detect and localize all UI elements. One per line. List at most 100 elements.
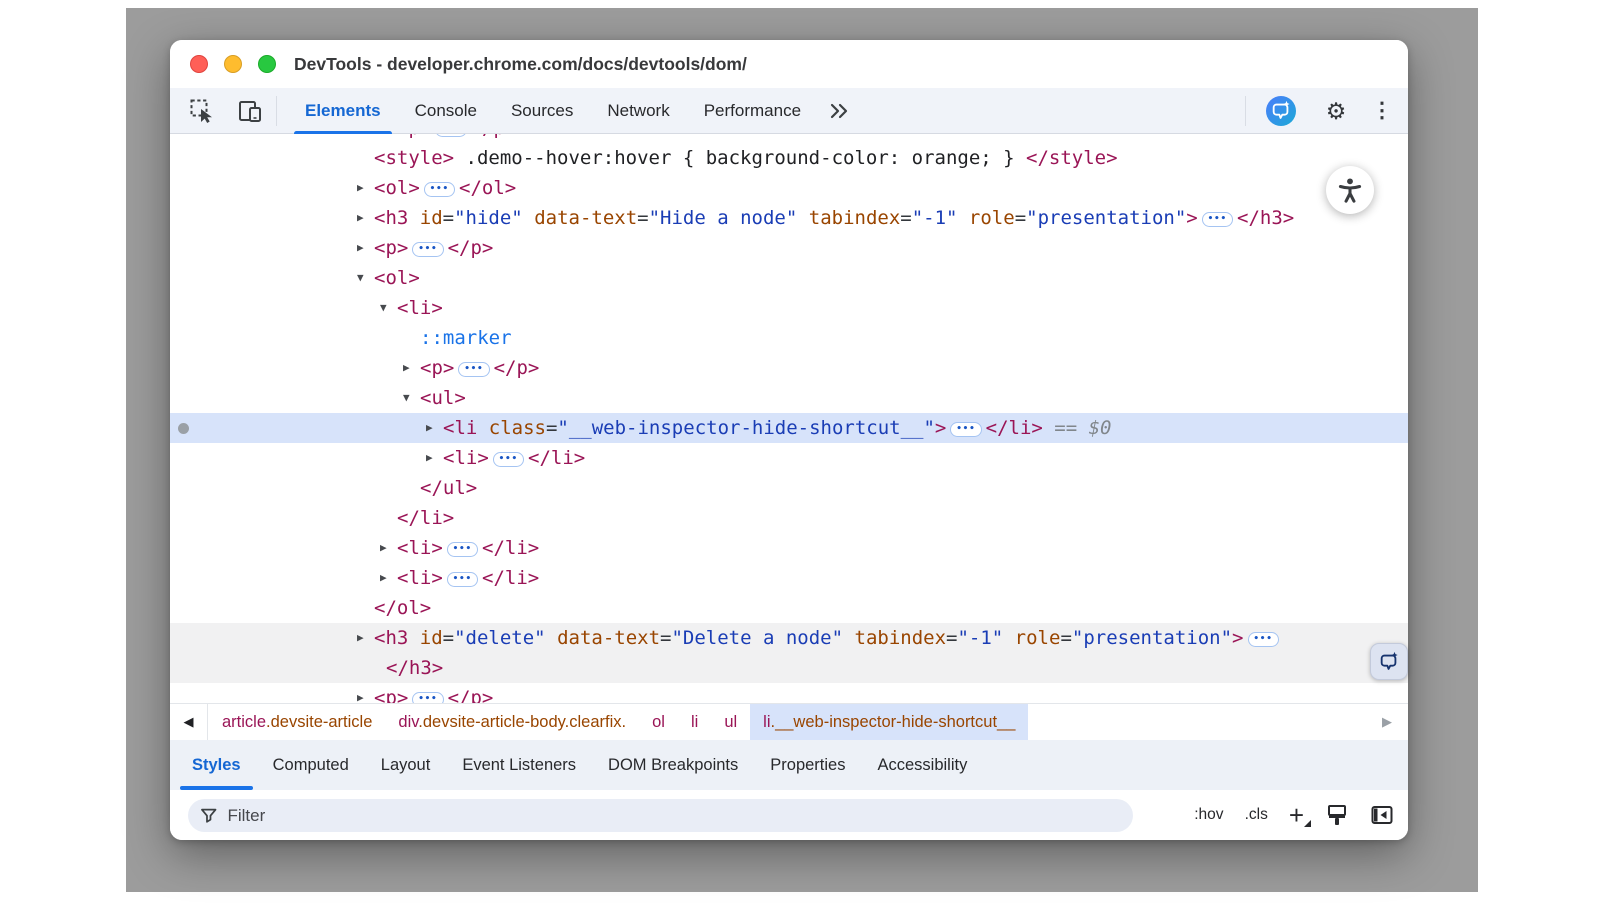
breadcrumb-scroll-right-icon[interactable]: ▶: [1368, 704, 1406, 740]
styles-tab-properties[interactable]: Properties: [754, 740, 861, 790]
close-window-button[interactable]: [190, 55, 208, 73]
dom-token-eq: =: [900, 207, 911, 229]
dom-tree-row[interactable]: ▶<p>•••</p>: [170, 353, 1408, 383]
dom-tree-row[interactable]: ▶<li>•••</li>: [170, 533, 1408, 563]
ellipsis-expand-button[interactable]: •••: [1202, 212, 1233, 227]
more-options-kebab-icon[interactable]: ⋮: [1368, 97, 1396, 125]
inspect-element-icon[interactable]: [188, 97, 216, 125]
gutter-marker-dot: [178, 423, 189, 434]
tab-performance[interactable]: Performance: [687, 88, 818, 134]
ellipsis-expand-button[interactable]: •••: [1248, 632, 1279, 647]
dom-tree-row-selected[interactable]: ▶<li class="__web-inspector-hide-shortcu…: [170, 413, 1408, 443]
ellipsis-expand-button[interactable]: •••: [412, 692, 443, 703]
disclosure-triangle-icon[interactable]: ▶: [357, 233, 364, 263]
ellipsis-expand-button[interactable]: •••: [447, 572, 478, 587]
tab-elements[interactable]: Elements: [288, 88, 398, 134]
dom-tree-row[interactable]: <style> .demo--hover:hover { background-…: [170, 143, 1408, 173]
minimize-window-button[interactable]: [224, 55, 242, 73]
dom-tree-row[interactable]: ▶<li>•••</li>: [170, 563, 1408, 593]
breadcrumb-item[interactable]: ul: [711, 704, 750, 740]
dom-tree-row[interactable]: ▼<ol>: [170, 263, 1408, 293]
disclosure-triangle-icon[interactable]: ▶: [380, 533, 387, 563]
filter-pill[interactable]: [188, 799, 1133, 832]
dom-tree-row[interactable]: ▶<h3 id="delete" data-text="Delete a nod…: [170, 623, 1408, 653]
accessibility-widget-button[interactable]: [1326, 166, 1374, 214]
disclosure-triangle-icon[interactable]: ▶: [380, 134, 387, 143]
disclosure-triangle-icon[interactable]: ▼: [403, 383, 410, 413]
rendering-brush-icon[interactable]: [1325, 803, 1349, 827]
disclosure-triangle-icon[interactable]: ▶: [426, 443, 433, 473]
dom-tree-row[interactable]: </h3>: [170, 653, 1408, 683]
disclosure-triangle-icon[interactable]: ▶: [357, 203, 364, 233]
dom-token-tag: </ol>: [459, 177, 516, 199]
dom-token-tag: <ul>: [420, 387, 466, 409]
dom-tree-row[interactable]: ▶<p>•••</p>: [170, 233, 1408, 263]
disclosure-triangle-icon[interactable]: ▼: [380, 293, 387, 323]
dom-tree-row[interactable]: ▼<li>: [170, 293, 1408, 323]
ellipsis-expand-button[interactable]: •••: [424, 182, 455, 197]
breadcrumb-item[interactable]: ol: [639, 704, 678, 740]
settings-gear-icon[interactable]: ⚙: [1322, 97, 1350, 125]
disclosure-triangle-icon[interactable]: ▼: [357, 263, 364, 293]
styles-tab-styles[interactable]: Styles: [176, 740, 257, 790]
toggle-element-state-hov[interactable]: :hov: [1194, 806, 1223, 824]
styles-filter-input[interactable]: [227, 806, 1121, 826]
tab-network[interactable]: Network: [590, 88, 686, 134]
styles-tab-dom-breakpoints[interactable]: DOM Breakpoints: [592, 740, 754, 790]
dom-token-val: "delete": [454, 627, 546, 649]
ai-assistant-button[interactable]: [1266, 96, 1296, 126]
dom-token-val: "-1": [912, 207, 958, 229]
crumb-tag: li: [763, 713, 770, 731]
tab-sources[interactable]: Sources: [494, 88, 590, 134]
dom-tree-row[interactable]: ▶<p>•••</p>: [170, 683, 1408, 703]
device-toolbar-icon[interactable]: [236, 97, 264, 125]
toggle-element-classes-cls[interactable]: .cls: [1245, 806, 1268, 824]
dom-tree-row[interactable]: ▶<li>•••</li>: [170, 443, 1408, 473]
dom-tree-row[interactable]: ▼ <ul>: [170, 383, 1408, 413]
breadcrumb-item[interactable]: li: [678, 704, 711, 740]
ai-assistant-chip-button[interactable]: [1370, 643, 1408, 680]
dom-token-attr: tabindex: [843, 627, 946, 649]
dom-token-eq: =: [660, 627, 671, 649]
dom-token-pseudo: ::marker: [420, 327, 512, 349]
ellipsis-expand-button[interactable]: •••: [435, 134, 466, 137]
ellipsis-expand-button[interactable]: •••: [950, 422, 981, 437]
disclosure-triangle-icon[interactable]: ▶: [357, 173, 364, 203]
dom-tree-row[interactable]: </ol>: [170, 593, 1408, 623]
dom-token-metai: $0: [1089, 417, 1112, 439]
styles-tab-accessibility[interactable]: Accessibility: [861, 740, 983, 790]
ellipsis-expand-button[interactable]: •••: [412, 242, 443, 257]
disclosure-triangle-icon[interactable]: ▶: [357, 623, 364, 653]
breadcrumb-item[interactable]: div.devsite-article-body.clearfix.: [385, 704, 639, 740]
crumb-tag: li: [691, 713, 698, 731]
dom-tree-row[interactable]: </ul>: [170, 473, 1408, 503]
breadcrumb-item-selected[interactable]: li.__web-inspector-hide-shortcut__: [750, 704, 1028, 740]
breadcrumb-item[interactable]: article.devsite-article: [209, 704, 385, 740]
dom-tree-row[interactable]: </li>: [170, 503, 1408, 533]
tab-console[interactable]: Console: [398, 88, 494, 134]
dom-tree-row[interactable]: ▶<p>•••</p>: [170, 134, 1408, 143]
ellipsis-expand-button[interactable]: •••: [493, 452, 524, 467]
dom-tree-row[interactable]: ▶<h3 id="hide" data-text="Hide a node" t…: [170, 203, 1408, 233]
dom-tree-panel: ▶<p>•••</p><style> .demo--hover:hover { …: [170, 134, 1408, 703]
dom-token-attr: role: [1003, 627, 1060, 649]
zoom-window-button[interactable]: [258, 55, 276, 73]
dom-token-val: "presentation": [1026, 207, 1186, 229]
styles-tab-event-listeners[interactable]: Event Listeners: [446, 740, 592, 790]
ellipsis-expand-button[interactable]: •••: [458, 362, 489, 377]
disclosure-triangle-icon[interactable]: ▶: [403, 353, 410, 383]
ellipsis-expand-button[interactable]: •••: [447, 542, 478, 557]
disclosure-triangle-icon[interactable]: ▶: [380, 563, 387, 593]
window-title: DevTools - developer.chrome.com/docs/dev…: [294, 40, 747, 88]
disclosure-triangle-icon[interactable]: ▶: [357, 683, 364, 703]
dom-tree-row[interactable]: ::marker: [170, 323, 1408, 353]
dom-tree-row[interactable]: ▶<ol>•••</ol>: [170, 173, 1408, 203]
disclosure-triangle-icon[interactable]: ▶: [426, 413, 433, 443]
more-tabs-chevron-icon[interactable]: [818, 88, 860, 134]
new-style-rule-button[interactable]: +: [1289, 802, 1304, 828]
breadcrumb-scroll-left-icon[interactable]: ◀: [170, 704, 208, 740]
styles-tab-computed[interactable]: Computed: [257, 740, 365, 790]
styles-tab-layout[interactable]: Layout: [365, 740, 447, 790]
show-sidebar-icon[interactable]: [1370, 803, 1394, 827]
dom-token-tag: </p>: [448, 687, 494, 703]
